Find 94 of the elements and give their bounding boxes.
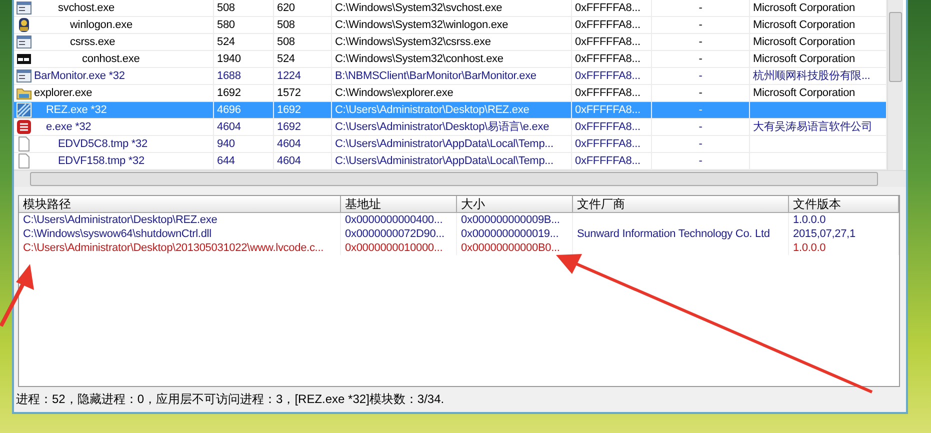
table-cell: - — [652, 17, 750, 33]
process-name: REZ.exe *32 — [46, 103, 107, 118]
pid-cell: 524 — [214, 34, 274, 50]
process-row[interactable]: csrss.exe 524 508 C:\Windows\System32\csrss.exe 0xFFFFFA8... - Microsoft Corporation — [14, 34, 887, 51]
path-cell: C:\Windows\System32\svchost.exe — [332, 0, 572, 16]
table-cell: - — [652, 136, 750, 152]
pid-cell: 1692 — [214, 85, 274, 101]
process-row[interactable]: EDVD5C8.tmp *32 940 4604 C:\Users\Administrator\AppData\Local\Temp... 0xFFFFFA8... - — [14, 136, 887, 153]
process-name: BarMonitor.exe *32 — [34, 69, 125, 84]
column-header[interactable]: 基地址 — [341, 196, 457, 212]
address-cell: 0xFFFFFA8... — [572, 119, 652, 135]
annotation-arrow — [0, 264, 34, 327]
pid-cell: 940 — [214, 136, 274, 152]
ppid-cell: 620 — [274, 0, 332, 16]
process-icon — [16, 0, 32, 16]
process-name: winlogon.exe — [70, 18, 132, 33]
table-cell: C:\Windows\syswow64\shutdownCtrl.dll — [19, 227, 341, 241]
pid-cell: 4696 — [214, 102, 274, 118]
path-cell: C:\Users\Administrator\AppData\Local\Temp... — [332, 136, 572, 152]
pid-cell: 580 — [214, 17, 274, 33]
process-icon — [16, 68, 32, 84]
address-cell: 0xFFFFFA8... — [572, 68, 652, 84]
process-name: svchost.exe — [58, 1, 114, 16]
process-icon — [16, 17, 32, 33]
address-cell: 0xFFFFFA8... — [572, 102, 652, 118]
pid-cell: 508 — [214, 0, 274, 16]
path-cell: C:\Users\Administrator\AppData\Local\Temp... — [332, 153, 572, 169]
table-cell: 1.0.0.0 — [789, 213, 899, 227]
ppid-cell: 4604 — [274, 136, 332, 152]
ppid-cell: 1692 — [274, 119, 332, 135]
process-name: csrss.exe — [70, 35, 116, 50]
address-cell: 0xFFFFFA8... — [572, 85, 652, 101]
table-cell: 0x0000000000019... — [457, 227, 573, 241]
module-row[interactable]: C:\Windows\syswow64\shutdownCtrl.dll 0x0000000072D90... 0x0000000000019... Sunward Information Technology Co. Ltd 2015,07,27,1 — [19, 227, 899, 241]
ppid-cell: 508 — [274, 17, 332, 33]
address-cell: 0xFFFFFA8... — [572, 0, 652, 16]
path-cell: C:\Windows\System32\winlogon.exe — [332, 17, 572, 33]
table-cell: 1.0.0.0 — [789, 241, 899, 255]
table-cell: - — [652, 153, 750, 169]
process-icon — [16, 34, 32, 50]
table-cell: 2015,07,27,1 — [789, 227, 899, 241]
process-name: explorer.exe — [34, 86, 92, 101]
vertical-scrollbar[interactable] — [887, 0, 903, 170]
address-cell: 0xFFFFFA8... — [572, 34, 652, 50]
pid-cell: 644 — [214, 153, 274, 169]
table-cell: - — [652, 68, 750, 84]
horizontal-scrollbar[interactable] — [14, 170, 906, 187]
pid-cell: 4604 — [214, 119, 274, 135]
process-row[interactable]: e.exe *32 4604 1692 C:\Users\Administrator\Desktop\易语言\e.exe 0xFFFFFA8... - 大有吴涛易语言软件公司 — [14, 119, 887, 136]
pid-cell: 1688 — [214, 68, 274, 84]
ppid-cell: 4604 — [274, 153, 332, 169]
path-cell: B:\NBMSClient\BarMonitor\BarMonitor.exe — [332, 68, 572, 84]
process-row[interactable]: winlogon.exe 580 508 C:\Windows\System32\winlogon.exe 0xFFFFFA8... - Microsoft Corporation — [14, 17, 887, 34]
process-name: conhost.exe — [82, 52, 140, 67]
status-text: 进程：52，隐藏进程：0，应用层不可访问进程：3，[REZ.exe *32]模块数：3/34. — [16, 392, 444, 406]
path-cell: C:\Users\Administrator\Desktop\易语言\e.exe — [332, 119, 572, 135]
path-cell: C:\Windows\explorer.exe — [332, 85, 572, 101]
address-cell: 0xFFFFFA8... — [572, 17, 652, 33]
ppid-cell: 508 — [274, 34, 332, 50]
column-header[interactable]: 文件厂商 — [573, 196, 789, 212]
path-cell: C:\Windows\System32\csrss.exe — [332, 34, 572, 50]
table-cell: 0x0000000000400... — [341, 213, 457, 227]
address-cell: 0xFFFFFA8... — [572, 136, 652, 152]
table-cell: C:\Users\Administrator\Desktop\201305031022\www.lvcode.c... — [19, 241, 341, 255]
address-cell: 0xFFFFFA8... — [572, 51, 652, 67]
table-cell: - — [652, 102, 750, 118]
table-cell: 0x0000000072D90... — [341, 227, 457, 241]
process-name: e.exe *32 — [46, 120, 92, 135]
address-cell: 0xFFFFFA8... — [572, 153, 652, 169]
ppid-cell: 524 — [274, 51, 332, 67]
path-cell: C:\Windows\System32\conhost.exe — [332, 51, 572, 67]
table-cell: Sunward Information Technology Co. Ltd — [573, 227, 789, 241]
process-name: EDVD5C8.tmp *32 — [58, 137, 148, 152]
table-cell: - — [652, 51, 750, 67]
table-cell: C:\Users\Administrator\Desktop\REZ.exe — [19, 213, 341, 227]
column-header[interactable]: 模块路径 — [19, 196, 341, 212]
column-header[interactable]: 文件版本 — [789, 196, 899, 212]
pid-cell: 1940 — [214, 51, 274, 67]
table-cell: 0x0000000010000... — [341, 241, 457, 255]
module-row[interactable]: C:\Users\Administrator\Desktop\REZ.exe 0x0000000000400... 0x000000000009B... 1.0.0.0 — [19, 213, 899, 227]
column-header[interactable]: 大小 — [457, 196, 573, 212]
table-cell: - — [652, 34, 750, 50]
table-cell: - — [652, 85, 750, 101]
ppid-cell: 1224 — [274, 68, 332, 84]
ppid-cell: 1692 — [274, 102, 332, 118]
path-cell: C:\Users\Administrator\Desktop\REZ.exe — [332, 102, 572, 118]
table-cell: - — [652, 119, 750, 135]
process-name: EDVF158.tmp *32 — [58, 154, 144, 169]
ppid-cell: 1572 — [274, 85, 332, 101]
table-cell: - — [652, 0, 750, 16]
process-row[interactable]: conhost.exe 1940 524 C:\Windows\System32\conhost.exe 0xFFFFFA8... - Microsoft Corporation — [14, 51, 887, 68]
table-cell: 0x000000000009B... — [457, 213, 573, 227]
process-row[interactable]: svchost.exe 508 620 C:\Windows\System32\svchost.exe 0xFFFFFA8... - Microsoft Corporation — [14, 0, 887, 17]
process-row[interactable]: BarMonitor.exe *32 1688 1224 B:\NBMSClient\BarMonitor\BarMonitor.exe 0xFFFFFA8... - 杭州顺网科技股份有限... — [14, 68, 887, 85]
